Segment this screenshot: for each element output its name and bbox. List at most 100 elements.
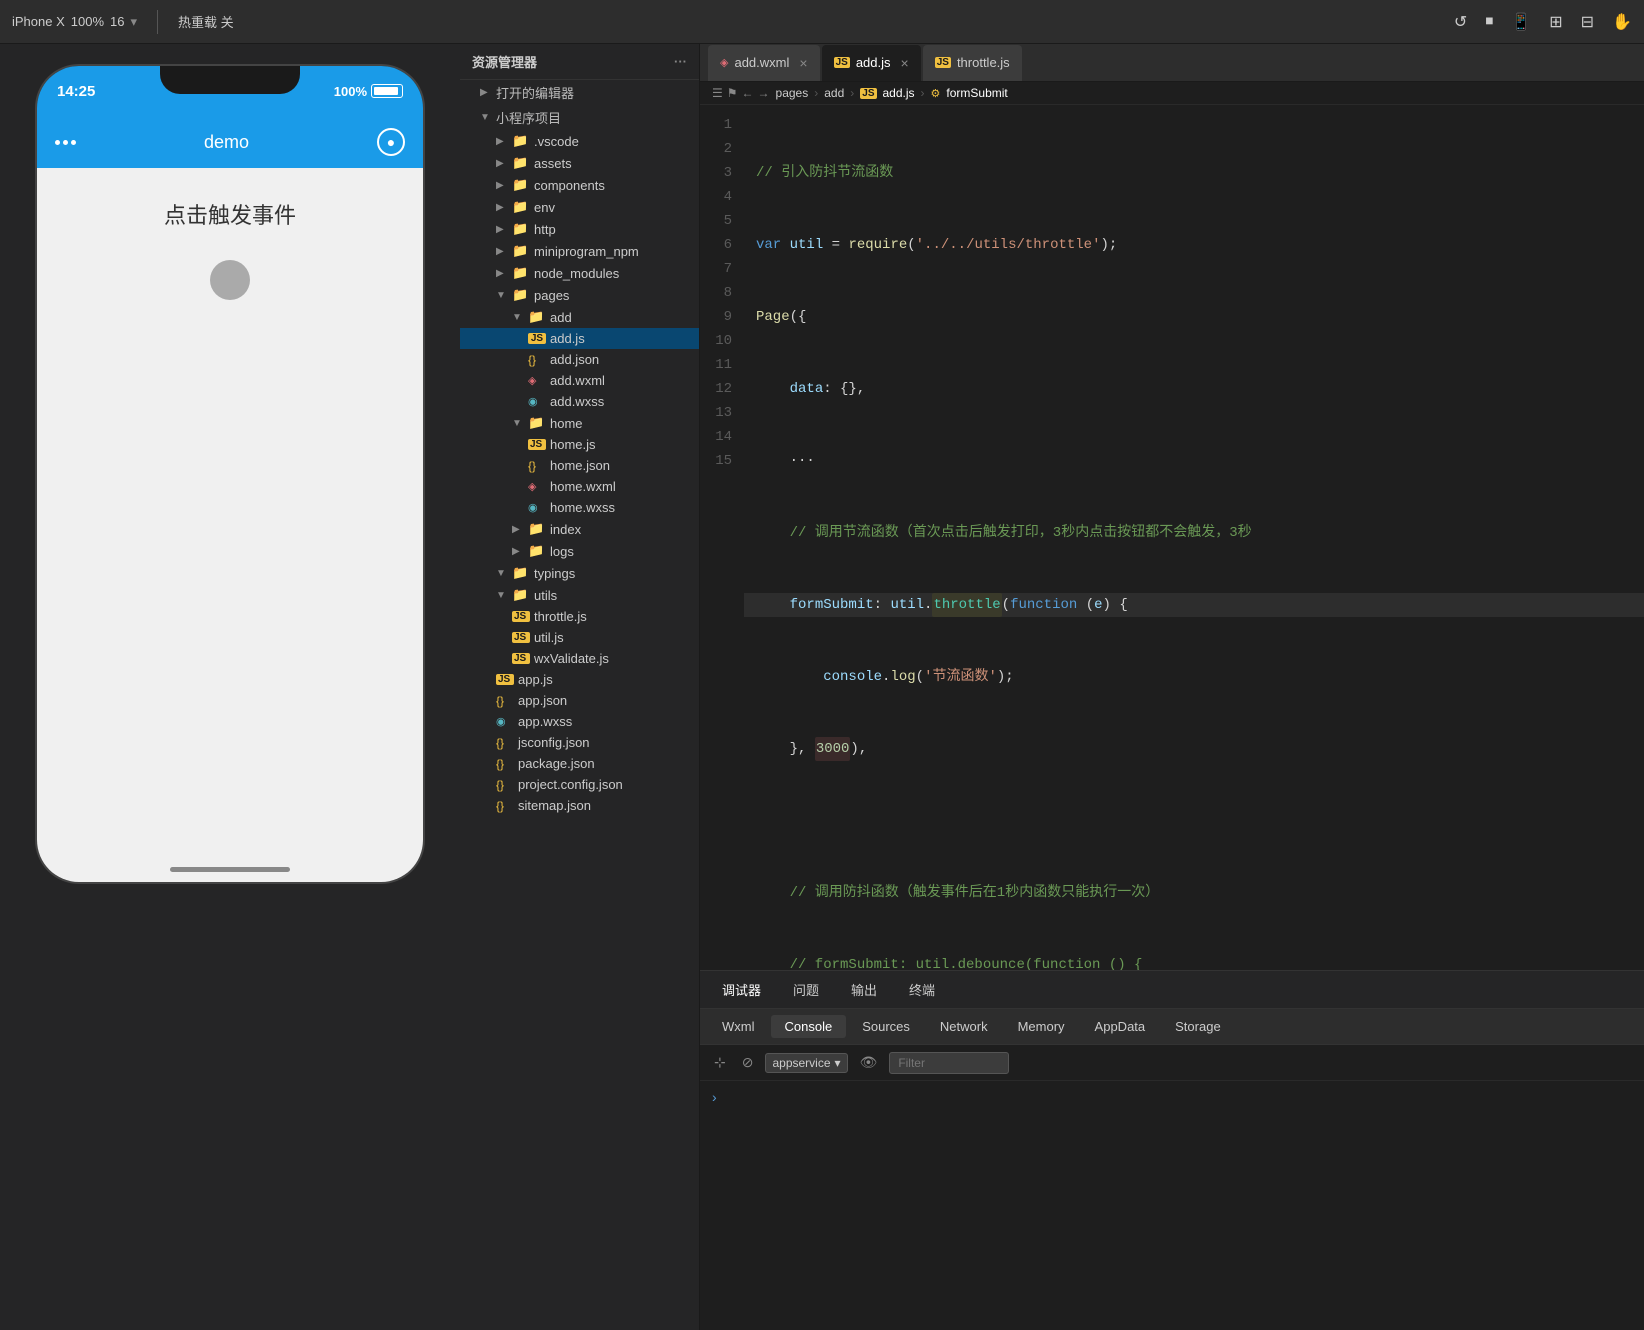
file-name: app.js	[518, 672, 553, 687]
phone-page-title: 点击触发事件	[164, 198, 296, 230]
code-area[interactable]: 12345 678910 1112131415 // 引入防抖节流函数 var …	[700, 105, 1644, 970]
folder-env[interactable]: ▶ 📁 env	[460, 196, 699, 218]
file-package-json[interactable]: {} package.json	[460, 753, 699, 774]
prompt-icon[interactable]: ›	[712, 1089, 717, 1105]
wxml-tab-icon: ◈	[720, 56, 728, 69]
folder-add[interactable]: ▼ 📁 add	[460, 306, 699, 328]
fn-require: require	[848, 233, 907, 257]
split-icon[interactable]: ⊞	[1549, 12, 1562, 32]
open-editors-section[interactable]: ▶ 打开的编辑器	[460, 80, 699, 105]
folder-assets[interactable]: ▶ 📁 assets	[460, 152, 699, 174]
dots: ···	[756, 449, 815, 473]
tab-label: Console	[785, 1019, 833, 1034]
service-label: appservice	[772, 1056, 830, 1070]
breadcrumb-file: add.js	[883, 86, 915, 100]
folder-miniprogram-npm[interactable]: ▶ 📁 miniprogram_npm	[460, 240, 699, 262]
file-add-wxml[interactable]: ◈ add.wxml	[460, 370, 699, 391]
dot: .	[882, 665, 890, 689]
more-icon[interactable]: ···	[674, 54, 687, 69]
comment-text: // 引入防抖节流函数	[756, 161, 893, 185]
grid-icon[interactable]: ⊟	[1581, 12, 1594, 32]
file-util-js[interactable]: JS util.js	[460, 627, 699, 648]
file-home-wxss[interactable]: ◉ home.wxss	[460, 497, 699, 518]
folder-http[interactable]: ▶ 📁 http	[460, 218, 699, 240]
stop-icon[interactable]: ⏹	[1485, 13, 1493, 31]
code-line-6: // 调用节流函数（首次点击后触发打印，3秒内点击按钮都不会触发，3秒	[744, 521, 1644, 545]
file-project-config-json[interactable]: {} project.config.json	[460, 774, 699, 795]
devtools-tab-terminal[interactable]: 终端	[895, 976, 949, 1003]
phone-nav-circle[interactable]: ●	[377, 128, 405, 156]
tab-throttle-js[interactable]: JS throttle.js	[923, 45, 1022, 81]
tab-label: AppData	[1095, 1019, 1146, 1034]
folder-icon: 📁	[528, 543, 546, 559]
tab-close-icon[interactable]: ×	[799, 55, 807, 71]
cursor-icon[interactable]: ⊹	[710, 1052, 730, 1073]
bookmark-icon[interactable]: ⚑	[727, 86, 738, 100]
project-section[interactable]: ▼ 小程序项目	[460, 105, 699, 130]
phone-icon[interactable]: 📱	[1511, 12, 1531, 32]
chevron-down-icon[interactable]: ▾	[130, 14, 137, 30]
hotreload-toggle[interactable]: 热重载 关	[178, 12, 234, 31]
devtools-tab-output[interactable]: 输出	[837, 976, 891, 1003]
folder-pages[interactable]: ▼ 📁 pages	[460, 284, 699, 306]
file-add-js[interactable]: JS add.js	[460, 328, 699, 349]
file-add-json[interactable]: {} add.json	[460, 349, 699, 370]
devtools-tab-debugger[interactable]: 调试器	[708, 976, 775, 1003]
folder-vscode[interactable]: ▶ 📁 .vscode	[460, 130, 699, 152]
folder-home[interactable]: ▼ 📁 home	[460, 412, 699, 434]
console-tab-console[interactable]: Console	[771, 1015, 847, 1038]
eye-icon[interactable]: 👁	[856, 1052, 882, 1073]
folder-components[interactable]: ▶ 📁 components	[460, 174, 699, 196]
js-icon: JS	[512, 653, 530, 664]
file-name: home.wxml	[550, 479, 616, 494]
file-app-js[interactable]: JS app.js	[460, 669, 699, 690]
tab-add-js[interactable]: JS add.js ×	[822, 45, 921, 81]
console-tab-sources[interactable]: Sources	[848, 1015, 924, 1038]
file-app-json[interactable]: {} app.json	[460, 690, 699, 711]
folder-index[interactable]: ▶ 📁 index	[460, 518, 699, 540]
hand-icon[interactable]: ✋	[1612, 12, 1632, 32]
console-tab-appdata[interactable]: AppData	[1081, 1015, 1160, 1038]
json-icon: {}	[496, 757, 514, 771]
refresh-icon[interactable]: ↺	[1454, 12, 1467, 32]
block-icon[interactable]: ⊘	[738, 1052, 758, 1073]
tab-add-wxml[interactable]: ◈ add.wxml ×	[708, 45, 820, 81]
chevron-icon: ▼	[480, 112, 492, 123]
json-icon: {}	[496, 736, 514, 750]
wxml-icon: ◈	[528, 374, 546, 387]
folder-icon: 📁	[512, 287, 530, 303]
filter-input[interactable]	[889, 1052, 1009, 1074]
chevron-icon: ▶	[496, 224, 508, 235]
phone-nav-dots[interactable]	[55, 140, 76, 145]
tab-close-icon[interactable]: ×	[901, 55, 909, 71]
console-tab-memory[interactable]: Memory	[1004, 1015, 1079, 1038]
forward-icon[interactable]: →	[758, 86, 770, 100]
devtools-tab-issues[interactable]: 问题	[779, 976, 833, 1003]
file-sitemap-json[interactable]: {} sitemap.json	[460, 795, 699, 816]
code-line-12: // formSubmit: util.debounce(function ()…	[744, 953, 1644, 970]
console-tab-storage[interactable]: Storage	[1161, 1015, 1235, 1038]
list-icon[interactable]: ☰	[712, 86, 723, 100]
log-string: '节流函数'	[924, 665, 997, 689]
folder-logs[interactable]: ▶ 📁 logs	[460, 540, 699, 562]
file-home-wxml[interactable]: ◈ home.wxml	[460, 476, 699, 497]
file-home-json[interactable]: {} home.json	[460, 455, 699, 476]
folder-utils[interactable]: ▼ 📁 utils	[460, 584, 699, 606]
file-tree-title: 资源管理器	[472, 52, 537, 71]
folder-node-modules[interactable]: ▶ 📁 node_modules	[460, 262, 699, 284]
str: '../../utils/throttle'	[916, 233, 1101, 257]
folder-typings[interactable]: ▼ 📁 typings	[460, 562, 699, 584]
console-tab-wxml[interactable]: Wxml	[708, 1015, 769, 1038]
console-tab-network[interactable]: Network	[926, 1015, 1002, 1038]
service-select[interactable]: appservice ▾	[765, 1053, 847, 1073]
back-icon[interactable]: ←	[742, 86, 754, 100]
breadcrumb: ☰ ⚑ ← → pages › add › JS add.js › ⚙ form…	[700, 82, 1644, 105]
folder-icon: 📁	[512, 565, 530, 581]
code-content[interactable]: // 引入防抖节流函数 var util = require ( '../../…	[744, 105, 1644, 970]
file-add-wxss[interactable]: ◉ add.wxss	[460, 391, 699, 412]
file-throttle-js[interactable]: JS throttle.js	[460, 606, 699, 627]
file-home-js[interactable]: JS home.js	[460, 434, 699, 455]
file-app-wxss[interactable]: ◉ app.wxss	[460, 711, 699, 732]
file-wxvalidate-js[interactable]: JS wxValidate.js	[460, 648, 699, 669]
file-jsconfig-json[interactable]: {} jsconfig.json	[460, 732, 699, 753]
